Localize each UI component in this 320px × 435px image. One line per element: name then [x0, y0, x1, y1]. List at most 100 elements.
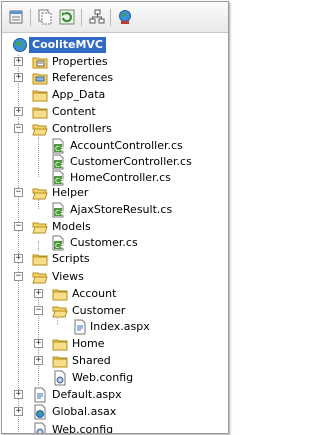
open-folder-icon: [52, 306, 68, 318]
tree-item-file[interactable]: C# Customer.cs: [2, 235, 228, 251]
aspx-file-icon: [34, 387, 46, 403]
item-label: Web.config: [72, 371, 134, 384]
tree-item-default-aspx[interactable]: + Default.aspx: [2, 387, 228, 403]
folder-icon: [32, 90, 48, 102]
tree-item-content[interactable]: + Content: [2, 104, 228, 120]
item-label: Content: [52, 105, 96, 118]
open-folder-icon: [32, 272, 48, 284]
solution-explorer: CooliteMVC + Properties + References App…: [1, 1, 229, 434]
item-label: Scripts: [52, 252, 90, 265]
csharp-file-icon: C#: [52, 170, 66, 186]
item-label: HomeController.cs: [70, 171, 171, 184]
item-label: Index.aspx: [90, 320, 150, 333]
open-folder-icon: [32, 124, 48, 136]
item-label: References: [52, 71, 114, 84]
tree-item-references[interactable]: + References: [2, 70, 228, 86]
tree-item-controllers[interactable]: − Controllers: [2, 121, 228, 137]
csharp-file-icon: C#: [52, 138, 66, 154]
open-folder-icon: [32, 188, 48, 200]
item-label: AccountController.cs: [70, 139, 183, 152]
config-file-icon: [34, 422, 46, 433]
copy-website-button[interactable]: [116, 8, 134, 26]
collapse-button[interactable]: −: [14, 124, 23, 133]
tree-item-customer[interactable]: − Customer: [2, 303, 228, 319]
show-all-files-icon: [38, 9, 52, 25]
toolbar-separator: [110, 9, 111, 26]
expand-button[interactable]: +: [14, 390, 23, 399]
tree-item-file[interactable]: C# AjaxStoreResult.cs: [2, 202, 228, 218]
tree-item-file[interactable]: Web.config: [2, 370, 228, 386]
svg-text:C#: C#: [55, 242, 66, 250]
toolbar-separator: [81, 9, 82, 26]
tree-item-views[interactable]: − Views: [2, 269, 228, 285]
item-label: Customer.cs: [70, 236, 138, 249]
item-label: App_Data: [52, 88, 106, 101]
show-all-files-button[interactable]: [36, 8, 54, 26]
folder-icon: [32, 254, 48, 266]
collapse-button[interactable]: −: [34, 306, 43, 315]
csharp-file-icon: C#: [52, 154, 66, 170]
item-label: Helper: [52, 186, 89, 199]
tree-item-properties[interactable]: + Properties: [2, 54, 228, 70]
properties-icon: [9, 10, 23, 24]
folder-icon: [52, 289, 68, 301]
item-label: Shared: [72, 354, 111, 367]
refresh-icon: [59, 9, 75, 25]
expand-button[interactable]: +: [14, 107, 23, 116]
tree-item-file[interactable]: Index.aspx: [2, 319, 228, 335]
collapse-button[interactable]: −: [14, 188, 23, 197]
solution-explorer-toolbar: [2, 2, 228, 33]
collapse-button[interactable]: −: [14, 222, 23, 231]
expand-button[interactable]: +: [34, 289, 43, 298]
expand-button[interactable]: +: [34, 356, 43, 365]
item-label: Default.aspx: [52, 388, 122, 401]
folder-icon: [32, 107, 48, 119]
item-label: Web.config: [52, 423, 114, 434]
aspx-file-icon: [74, 319, 86, 335]
item-label: Properties: [52, 55, 108, 68]
tree-item-helper[interactable]: − Helper: [2, 185, 228, 201]
references-icon: [32, 73, 48, 85]
item-label: Customer: [72, 304, 126, 317]
tree-item-app-data[interactable]: App_Data: [2, 87, 228, 103]
expand-button[interactable]: +: [34, 339, 43, 348]
tree-item-file[interactable]: C# AccountController.cs: [2, 138, 228, 154]
svg-text:C#: C#: [55, 145, 66, 153]
item-label: Views: [52, 270, 84, 283]
folder-icon: [52, 339, 68, 351]
tree-item-project[interactable]: CooliteMVC: [2, 37, 228, 53]
properties-folder-icon: [32, 57, 48, 69]
expand-button[interactable]: +: [14, 57, 23, 66]
tree-item-shared[interactable]: + Shared: [2, 353, 228, 369]
expand-button[interactable]: +: [14, 73, 23, 82]
refresh-button[interactable]: [58, 8, 76, 26]
item-label: Controllers: [52, 122, 112, 135]
view-class-diagram-button[interactable]: [88, 8, 106, 26]
tree-item-file[interactable]: C# HomeController.cs: [2, 170, 228, 186]
tree-item-scripts[interactable]: + Scripts: [2, 251, 228, 267]
csharp-file-icon: C#: [52, 235, 66, 251]
expand-button[interactable]: +: [14, 254, 23, 263]
toolbar-separator: [30, 9, 31, 26]
svg-text:C#: C#: [55, 161, 66, 169]
item-label: Models: [52, 220, 91, 233]
tree-item-file[interactable]: C# CustomerController.cs: [2, 154, 228, 170]
web-project-icon: [13, 38, 27, 52]
item-label: Global.asax: [52, 405, 117, 418]
collapse-button[interactable]: −: [14, 272, 23, 281]
copy-website-icon: [119, 10, 131, 24]
tree-item-web-config[interactable]: Web.config: [2, 422, 228, 434]
item-label: CustomerController.cs: [70, 155, 192, 168]
asax-file-icon: [34, 404, 46, 420]
class-diagram-icon: [89, 9, 105, 24]
svg-text:C#: C#: [55, 177, 66, 185]
svg-text:C#: C#: [55, 209, 66, 217]
expand-button[interactable]: +: [14, 407, 23, 416]
tree-item-models[interactable]: − Models: [2, 219, 228, 235]
properties-button[interactable]: [7, 8, 25, 26]
tree-item-account[interactable]: + Account: [2, 286, 228, 302]
tree-item-global-asax[interactable]: + Global.asax: [2, 404, 228, 420]
config-file-icon: [54, 370, 66, 386]
folder-icon: [52, 356, 68, 368]
tree-item-home[interactable]: + Home: [2, 336, 228, 352]
